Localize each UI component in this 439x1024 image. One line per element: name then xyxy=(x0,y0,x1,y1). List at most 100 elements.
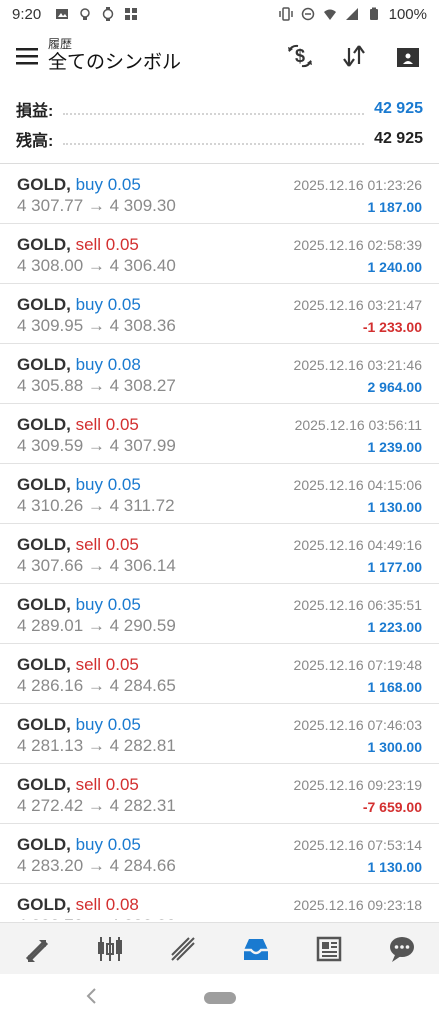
trade-side: sell 0.05 xyxy=(75,415,139,434)
trade-profit: 1 177.00 xyxy=(367,559,423,575)
separator: , xyxy=(66,175,76,194)
trade-row[interactable]: GOLD, sell 0.05 4 286.16 → 4 284.65 2025.1… xyxy=(0,644,439,704)
wifi-icon xyxy=(323,9,336,20)
profit-row: 損益: 42 925 xyxy=(0,94,439,124)
trade-prices: 4 282.70 → 4 282.20 xyxy=(17,916,176,920)
trade-prices: 4 310.26 → 4 311.72 xyxy=(17,496,175,515)
trade-row[interactable]: GOLD, sell 0.05 4 309.59 → 4 307.99 2025.1… xyxy=(0,404,439,464)
profit-value: 42 925 xyxy=(374,100,423,117)
trade-profit: 1 239.00 xyxy=(367,439,423,455)
status-bar: 9:20 100% xyxy=(0,0,439,28)
nav-trade[interactable] xyxy=(159,925,207,973)
trade-row[interactable]: GOLD, buy 0.05 4 283.20 → 4 284.66 2025.12… xyxy=(0,824,439,884)
trade-row[interactable]: GOLD, buy 0.05 4 307.77 → 4 309.30 2025.12… xyxy=(0,164,439,224)
trade-profit: 1 223.00 xyxy=(367,619,423,635)
trade-date: 2025.12.16 07:53:14 xyxy=(293,837,422,853)
trade-row[interactable]: GOLD, sell 0.05 4 272.42 → 4 282.31 2025.1… xyxy=(0,764,439,824)
chart-icon xyxy=(97,936,122,961)
trade-side: buy 0.05 xyxy=(75,475,141,494)
trade-prices: 4 309.95 → 4 308.36 xyxy=(17,316,176,335)
trade-symbol-line: GOLD, buy 0.05 xyxy=(17,475,141,495)
separator: , xyxy=(66,415,76,434)
trade-symbol: GOLD xyxy=(17,295,67,314)
trade-date: 2025.12.16 09:23:19 xyxy=(293,777,422,793)
trade-profit: 1 130.00 xyxy=(367,499,423,515)
trade-symbol-line: GOLD, sell 0.05 xyxy=(17,235,139,255)
trade-profit: 1 747.00 xyxy=(368,919,423,920)
trade-row[interactable]: GOLD, sell 0.05 4 308.00 → 4 306.40 2025.1… xyxy=(0,224,439,284)
trade-symbol: GOLD xyxy=(17,235,67,254)
trade-side: sell 0.05 xyxy=(75,655,139,674)
trade-profit: 1 130.00 xyxy=(367,859,423,875)
trade-symbol-line: GOLD, sell 0.05 xyxy=(17,655,139,675)
deposit-withdraw-button[interactable]: $ xyxy=(279,35,321,77)
history-icon xyxy=(244,938,269,960)
signal-icon xyxy=(345,8,358,20)
dotted-leader xyxy=(63,113,365,115)
balance-value: 42 925 xyxy=(374,130,423,147)
home-pill[interactable] xyxy=(204,992,236,1004)
nav-history[interactable] xyxy=(232,925,280,973)
page-title: 全てのシンボル xyxy=(48,52,182,73)
trade-date: 2025.12.16 06:35:51 xyxy=(293,597,422,613)
trade-history-list[interactable]: GOLD, buy 0.05 4 307.77 → 4 309.30 2025.12… xyxy=(0,164,439,920)
menu-button[interactable] xyxy=(6,35,48,77)
hamburger-icon xyxy=(16,48,38,65)
trade-symbol-line: GOLD, sell 0.08 xyxy=(17,895,139,915)
balance-label: 残高: xyxy=(16,133,54,150)
trade-row[interactable]: GOLD, buy 0.05 4 310.26 → 4 311.72 2025.12… xyxy=(0,464,439,524)
trade-prices: 4 309.59 → 4 307.99 xyxy=(17,436,176,455)
page-subtitle: 履歴 xyxy=(48,37,73,51)
trade-date: 2025.12.16 02:58:39 xyxy=(293,237,422,253)
trade-row[interactable]: GOLD, buy 0.05 4 289.01 → 4 290.59 2025.12… xyxy=(0,584,439,644)
trade-row[interactable]: GOLD, buy 0.05 4 309.95 → 4 308.36 2025.12… xyxy=(0,284,439,344)
trade-prices: 4 307.66 → 4 306.14 xyxy=(17,556,176,575)
trade-side: buy 0.08 xyxy=(75,355,141,374)
trade-profit: 1 240.00 xyxy=(367,259,423,275)
trade-row[interactable]: GOLD, buy 0.05 4 281.13 → 4 282.81 2025.12… xyxy=(0,704,439,764)
separator: , xyxy=(66,895,76,914)
nav-news[interactable] xyxy=(305,925,353,973)
trade-symbol: GOLD xyxy=(17,775,67,794)
separator: , xyxy=(66,235,76,254)
trade-prices: 4 307.77 → 4 309.30 xyxy=(17,196,176,215)
summary-panel: 損益: 42 925 残高: 42 925 xyxy=(0,94,439,162)
trade-row[interactable]: GOLD, sell 0.05 4 307.66 → 4 306.14 2025.1… xyxy=(0,524,439,584)
trade-prices: 4 308.00 → 4 306.40 xyxy=(17,256,176,275)
trade-profit: -1 233.00 xyxy=(362,319,422,335)
trade-prices: 4 305.88 → 4 308.27 xyxy=(17,376,176,395)
nav-chart[interactable] xyxy=(86,925,134,973)
app-bar: 履歴 全てのシンボル $ xyxy=(0,30,439,82)
trade-side: buy 0.05 xyxy=(75,715,141,734)
battery-level: 100% xyxy=(388,5,427,23)
trade-prices: 4 281.13 → 4 282.81 xyxy=(17,736,176,755)
trade-profit: -7 659.00 xyxy=(362,799,422,815)
trade-row[interactable]: GOLD, sell 0.084 282.70 → 4 282.202025.1… xyxy=(0,884,439,920)
profit-label: 損益: xyxy=(16,103,54,120)
separator: , xyxy=(66,475,76,494)
trade-side: sell 0.08 xyxy=(75,895,139,914)
trade-side: sell 0.05 xyxy=(75,535,139,554)
nav-messages[interactable] xyxy=(378,925,426,973)
trade-date: 2025.12.16 03:56:11 xyxy=(294,417,422,433)
trade-prices: 4 289.01 → 4 290.59 xyxy=(17,616,176,635)
trade-side: sell 0.05 xyxy=(75,235,139,254)
separator: , xyxy=(66,835,76,854)
trade-symbol: GOLD xyxy=(17,535,67,554)
separator: , xyxy=(66,715,76,734)
sort-button[interactable] xyxy=(333,35,375,77)
period-button[interactable] xyxy=(387,35,429,77)
trade-side: sell 0.05 xyxy=(75,775,139,794)
trade-symbol: GOLD xyxy=(17,895,67,914)
trade-symbol-line: GOLD, buy 0.08 xyxy=(17,355,141,375)
trade-symbol: GOLD xyxy=(17,715,67,734)
trade-prices: 4 286.16 → 4 284.65 xyxy=(17,676,176,695)
trade-date: 2025.12.16 07:19:48 xyxy=(293,657,422,673)
quotes-icon xyxy=(25,939,48,962)
trade-row[interactable]: GOLD, buy 0.08 4 305.88 → 4 308.27 2025.12… xyxy=(0,344,439,404)
chat-icon xyxy=(390,936,415,962)
nav-quotes[interactable] xyxy=(13,925,61,973)
bottom-navigation xyxy=(0,922,439,974)
title-block[interactable]: 履歴 全てのシンボル xyxy=(48,37,181,75)
back-chevron-icon[interactable] xyxy=(80,984,104,1008)
